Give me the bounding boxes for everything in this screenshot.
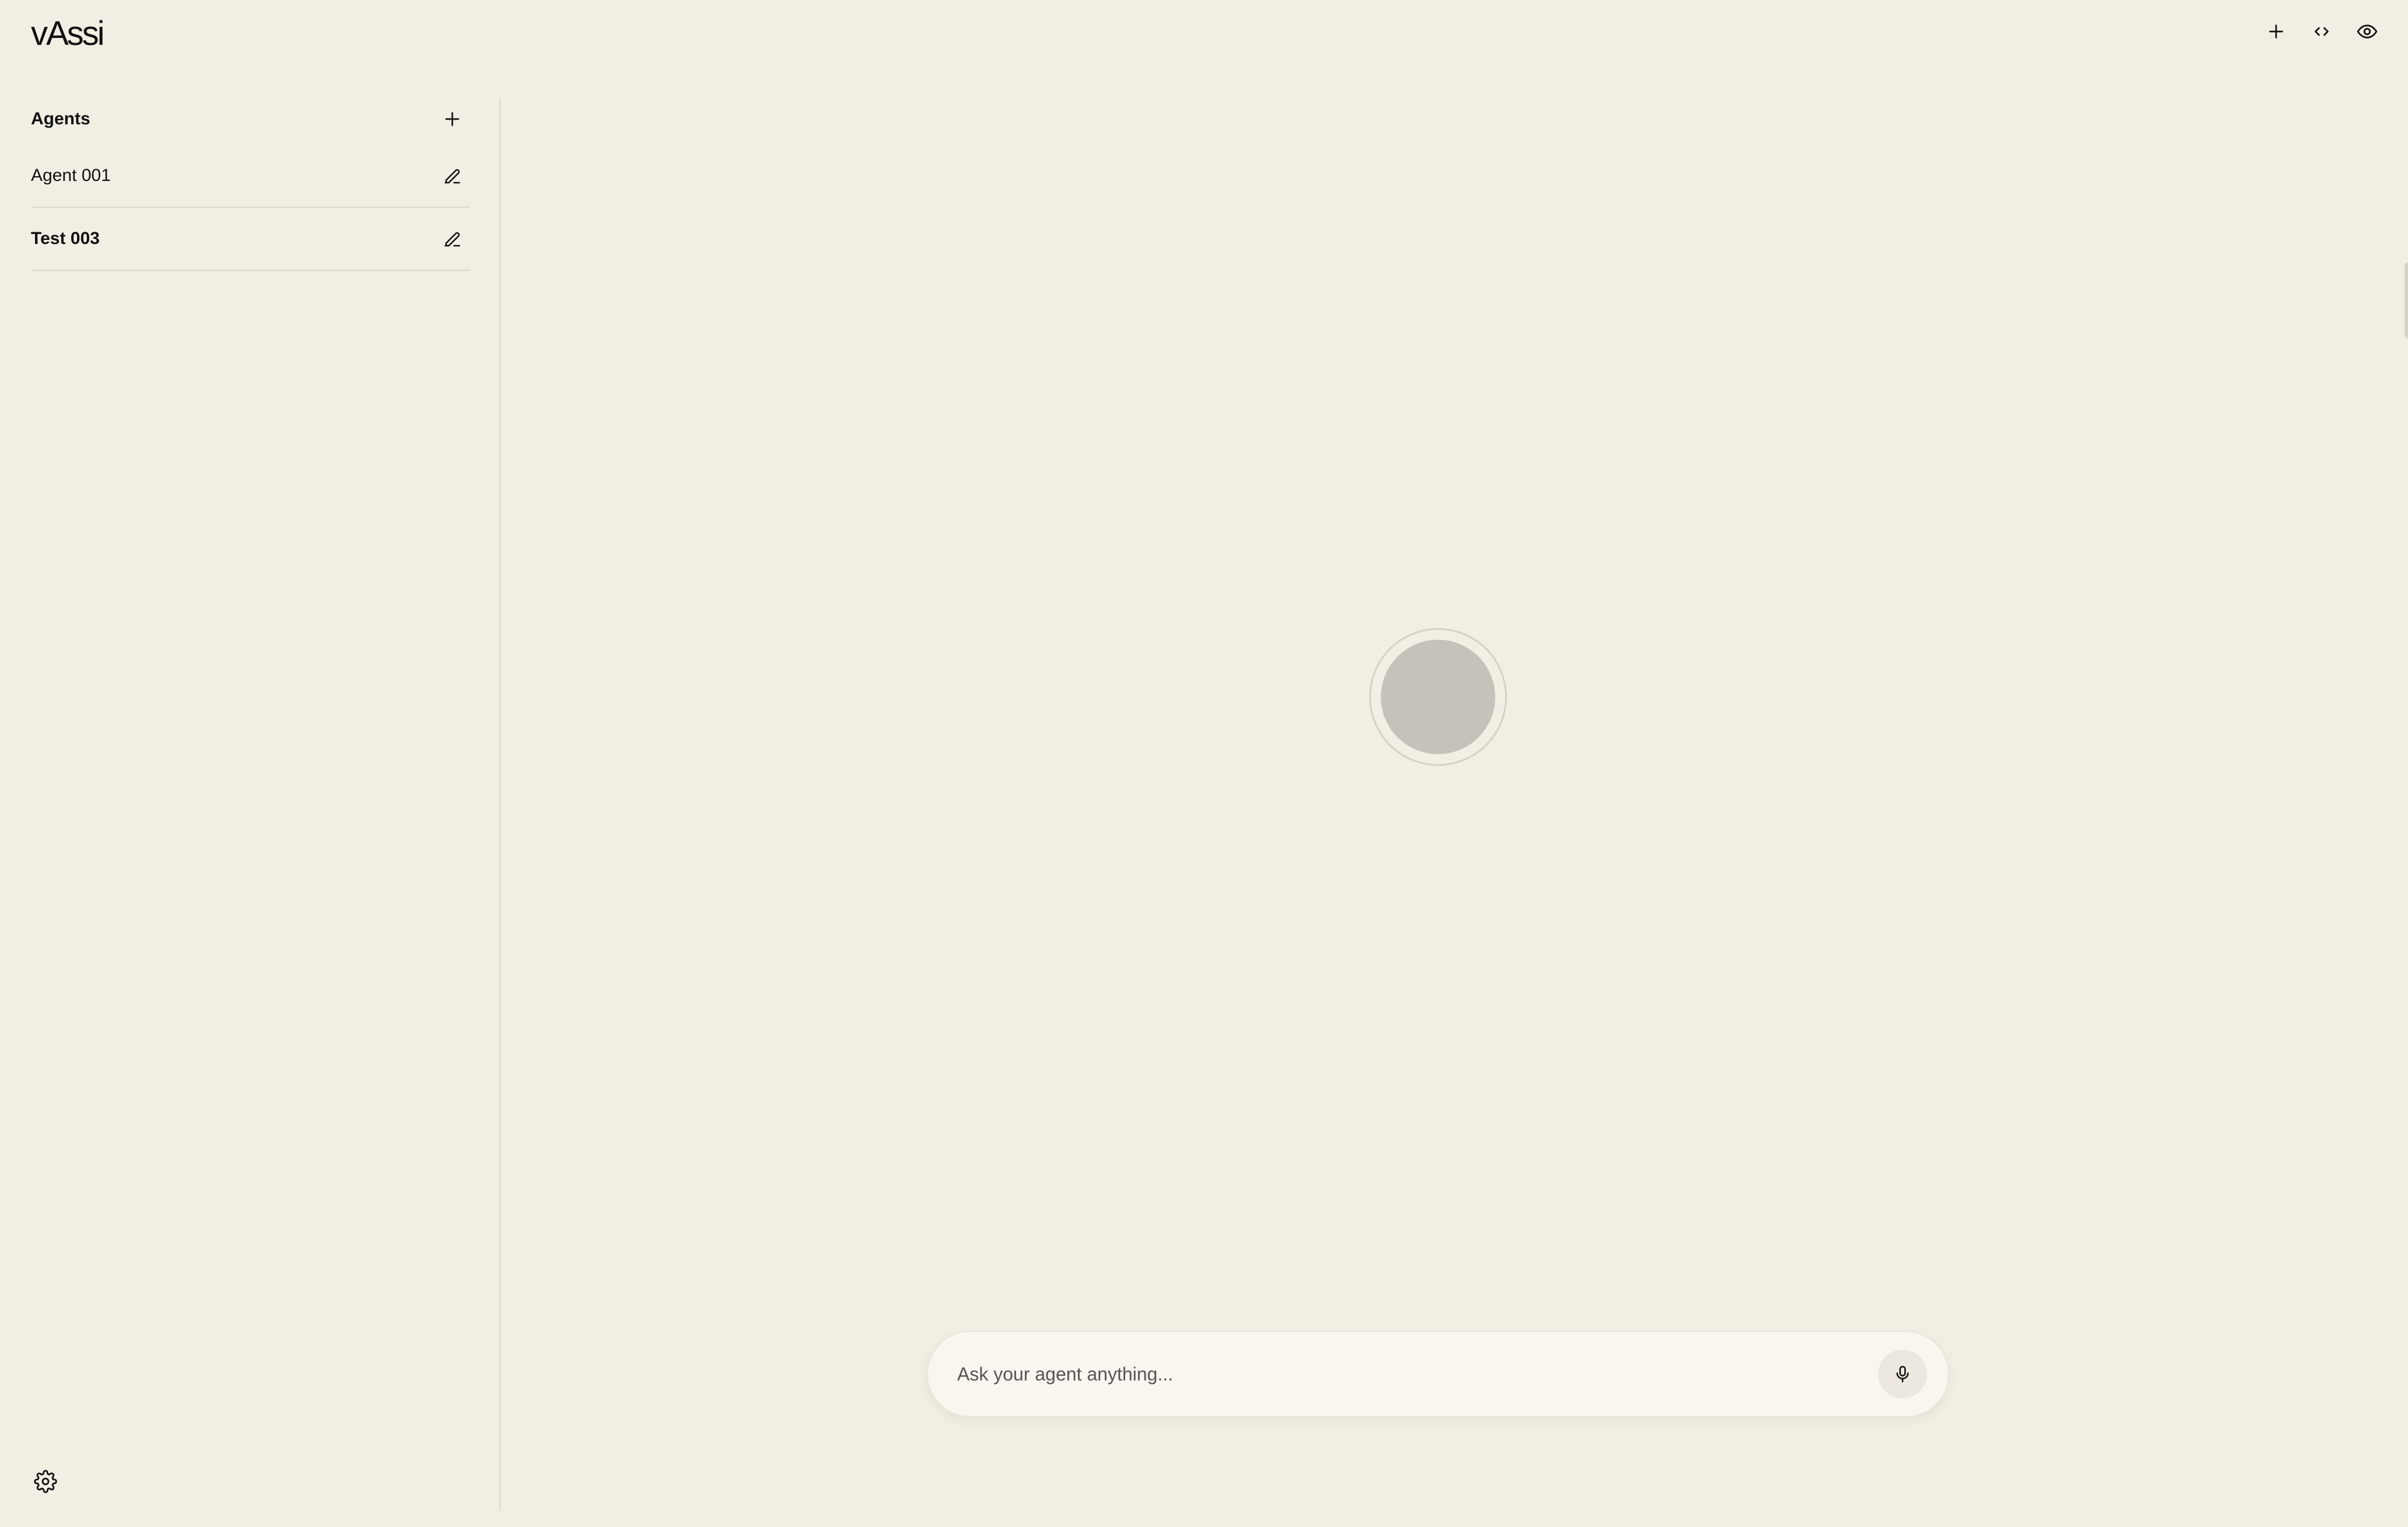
sidebar-item-test-003[interactable]: Test 003 bbox=[31, 208, 470, 271]
microphone-icon bbox=[1896, 1365, 1909, 1383]
agent-list: Agent 001 Test 003 bbox=[31, 145, 470, 271]
gear-icon bbox=[34, 1470, 57, 1493]
edit-agent-button[interactable] bbox=[435, 221, 470, 256]
chat-composer bbox=[927, 1331, 1949, 1417]
plus-icon bbox=[445, 112, 459, 126]
sidebar-item-agent-001[interactable]: Agent 001 bbox=[31, 145, 470, 208]
pencil-icon bbox=[444, 232, 460, 247]
sidebar-header: Agents bbox=[31, 98, 470, 140]
edit-agent-button[interactable] bbox=[435, 158, 470, 193]
settings-button[interactable] bbox=[28, 1464, 63, 1499]
main-panel bbox=[501, 0, 2408, 1527]
brand-logo: vAssi bbox=[31, 15, 105, 53]
agent-name: Test 003 bbox=[31, 229, 100, 248]
add-agent-button[interactable] bbox=[435, 102, 470, 137]
agent-orb-core bbox=[1381, 640, 1495, 754]
app-window: vAssi Agents Agent 001 Test 003 Ask your… bbox=[0, 0, 2408, 1527]
chat-input[interactable] bbox=[956, 1362, 1878, 1386]
microphone-button[interactable] bbox=[1878, 1350, 1927, 1399]
agent-name: Agent 001 bbox=[31, 166, 111, 185]
sidebar: Agents Agent 001 Test 003 bbox=[0, 98, 501, 1511]
sidebar-title: Agents bbox=[31, 109, 90, 128]
agent-orb[interactable] bbox=[1369, 628, 1507, 766]
side-drawer-handle[interactable] bbox=[2404, 263, 2408, 339]
pencil-icon bbox=[444, 169, 460, 184]
